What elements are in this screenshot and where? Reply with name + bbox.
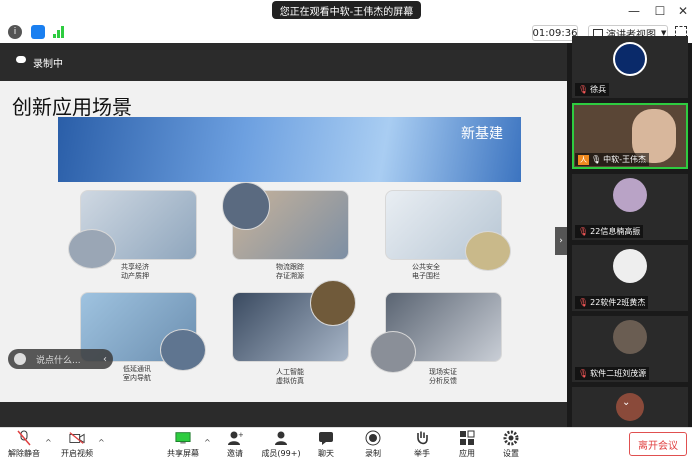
- apps-button[interactable]: 应用: [447, 430, 487, 462]
- chevron-down-icon[interactable]: ⌄: [622, 397, 630, 408]
- video-button[interactable]: 开启视频: [57, 430, 97, 462]
- record-icon: [365, 430, 381, 446]
- scenario-thumb: [370, 331, 416, 373]
- share-screen-button[interactable]: 共享屏幕: [163, 430, 203, 462]
- gear-icon: [503, 430, 519, 446]
- close-icon[interactable]: ✕: [675, 3, 691, 19]
- card-caption: 现场实证 分析反馈: [429, 368, 457, 385]
- chat-button[interactable]: 聊天: [306, 430, 346, 462]
- chat-label: 聊天: [318, 449, 334, 458]
- settings-button[interactable]: 设置: [491, 430, 531, 462]
- participant-name: 人 🎙 中软-王伟杰: [575, 153, 650, 166]
- record-label: 录制: [365, 449, 381, 458]
- cloud-icon: [16, 56, 26, 63]
- invite-label: 邀请: [227, 449, 243, 458]
- maximize-icon[interactable]: ☐: [652, 3, 668, 19]
- members-label: 成员(99+): [261, 449, 301, 458]
- card-caption: 共享经济 动产质押: [121, 263, 149, 280]
- recording-label: 录制中: [33, 59, 63, 70]
- share-screen-icon: [175, 430, 191, 446]
- minimize-icon[interactable]: —: [626, 3, 642, 19]
- scenario-thumb: [222, 182, 270, 230]
- avatar: [613, 42, 647, 76]
- chevron-left-icon[interactable]: ‹: [103, 354, 107, 365]
- members-button[interactable]: 成员(99+): [261, 430, 301, 462]
- participant-tile[interactable]: 🎙 徐兵: [572, 36, 688, 98]
- participant-name: 🎙 徐兵: [575, 83, 610, 96]
- raise-hand-button[interactable]: 举手: [402, 430, 442, 462]
- mic-icon: 🎙: [591, 155, 602, 164]
- video-label: 开启视频: [61, 449, 93, 458]
- mic-muted-icon: 🎙: [578, 227, 589, 236]
- mic-muted-icon: 🎙: [578, 298, 589, 307]
- svg-text:+: +: [238, 431, 243, 439]
- record-button[interactable]: 录制: [353, 430, 393, 462]
- avatar: [613, 249, 647, 283]
- chat-quick-input[interactable]: 说点什么... ‹: [8, 349, 113, 369]
- shield-icon[interactable]: [31, 25, 45, 39]
- apps-icon: [459, 430, 475, 446]
- title-bar: 您正在观看中软-王伟杰的屏幕 — ☐ ✕: [0, 0, 692, 22]
- members-icon: [273, 430, 289, 446]
- card-caption: 低延通讯 室内导航: [123, 365, 151, 382]
- chat-icon: [318, 430, 334, 446]
- host-icon: 人: [578, 154, 589, 165]
- avatar: [613, 178, 647, 212]
- participant-tile[interactable]: 🎙 22信息楠高振: [572, 174, 688, 240]
- slide-banner: 新基建: [58, 117, 521, 182]
- mic-muted-icon: 🎙: [578, 369, 589, 378]
- mic-muted-icon: 🎙: [578, 85, 589, 94]
- chevron-up-icon[interactable]: ^: [45, 438, 52, 447]
- chevron-up-icon[interactable]: ^: [204, 438, 211, 447]
- card-caption: 公共安全 电子围栏: [412, 263, 440, 280]
- info-icon[interactable]: i: [8, 25, 22, 39]
- apps-label: 应用: [459, 449, 475, 458]
- participant-name: 🎙 软件二班刘茂源: [575, 367, 650, 380]
- collapse-panel-button[interactable]: ›: [555, 227, 567, 255]
- settings-label: 设置: [503, 449, 519, 458]
- mic-muted-icon: [16, 430, 32, 446]
- recording-bar: 录制中: [0, 43, 567, 81]
- emoji-icon[interactable]: [14, 353, 26, 365]
- chevron-up-icon[interactable]: ^: [98, 438, 105, 447]
- participant-tile[interactable]: ⌄: [572, 387, 688, 427]
- participant-tile-active[interactable]: 人 🎙 中软-王伟杰: [572, 103, 688, 169]
- share-label: 共享屏幕: [167, 449, 199, 458]
- participant-tile[interactable]: 🎙 软件二班刘茂源: [572, 316, 688, 382]
- card-caption: 人工智能 虚拟仿真: [276, 368, 304, 385]
- participant-name: 🎙 22软件2班黄杰: [575, 296, 649, 309]
- card-caption: 物流跟踪 存证溯源: [276, 263, 304, 280]
- chat-placeholder: 说点什么...: [36, 355, 81, 366]
- video-off-icon: [69, 430, 85, 446]
- scenario-thumb: [310, 280, 356, 326]
- leave-meeting-button[interactable]: 离开会议: [629, 432, 687, 456]
- participant-tile[interactable]: 🎙 22软件2班黄杰: [572, 245, 688, 311]
- scenario-thumb: [465, 231, 511, 271]
- participant-name: 🎙 22信息楠高振: [575, 225, 644, 238]
- shared-screen: 录制中 创新应用场景 新基建 共享经济 动产质押 物流跟踪 存证溯源 公共安全 电子围…: [0, 43, 567, 427]
- unmute-button[interactable]: 解除静音: [4, 430, 44, 462]
- sharing-title: 您正在观看中软-王伟杰的屏幕: [272, 1, 421, 19]
- avatar: [613, 320, 647, 354]
- add-user-icon: +: [227, 430, 243, 446]
- banner-text: 新基建: [461, 126, 503, 142]
- unmute-label: 解除静音: [8, 449, 40, 458]
- signal-icon[interactable]: [53, 26, 67, 38]
- hand-label: 举手: [414, 449, 430, 458]
- meeting-controls: 解除静音 ^ 开启视频 ^ 共享屏幕 ^ + 邀请 成员(99+) 聊天 录制 …: [0, 427, 692, 463]
- hand-icon: [414, 430, 430, 446]
- invite-button[interactable]: + 邀请: [215, 430, 255, 462]
- slide-title: 创新应用场景: [12, 95, 132, 119]
